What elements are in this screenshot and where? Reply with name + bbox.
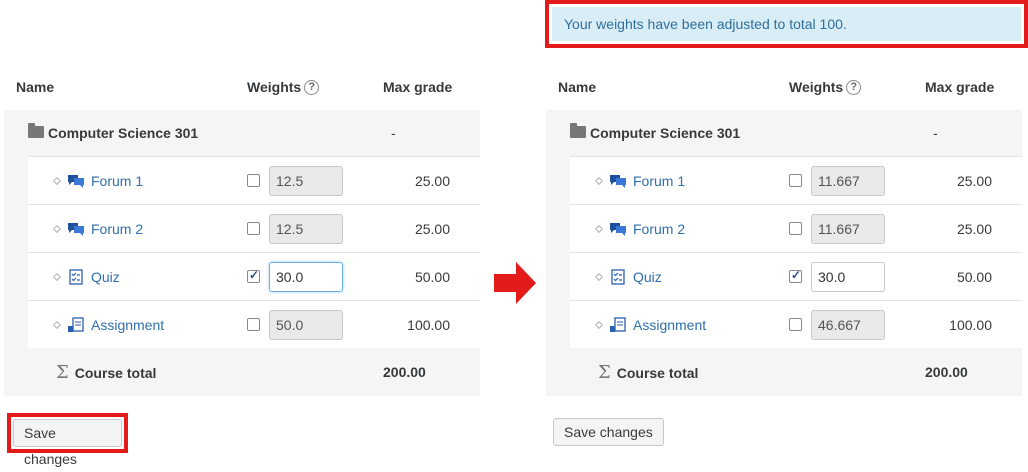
weight-input[interactable]: 46.667 — [811, 309, 885, 340]
items-before: ⬦ Forum 1 12.5 25.00 ⬦ Forum 2 12.5 25.00 ⬦ Quiz 3… — [4, 156, 480, 348]
save-changes-button[interactable]: Save changes — [553, 418, 664, 446]
override-checkbox[interactable] — [789, 318, 802, 331]
weight-input[interactable]: 12.5 — [269, 213, 343, 244]
item-max-grade: 50.00 — [956, 268, 992, 285]
item-max-grade: 25.00 — [414, 172, 450, 189]
item-row: ⬦ Forum 1 12.5 25.00 — [4, 156, 480, 204]
grades-table-after: Name Weights? Max grade Computer Science… — [546, 64, 1022, 396]
save-highlight: Save changes — [7, 413, 128, 467]
item-link[interactable]: Quiz — [91, 269, 120, 285]
forum-icon — [609, 220, 633, 237]
category-row: Computer Science 301 - — [4, 110, 480, 156]
item-max-grade: 50.00 — [414, 268, 450, 285]
max-grade-header: Max grade — [925, 79, 995, 95]
weights-header: Weights? — [247, 64, 383, 110]
override-checkbox[interactable] — [789, 268, 802, 283]
override-checkbox[interactable] — [789, 174, 802, 187]
item-row: ⬦ Quiz 30.0 50.00 — [546, 252, 1022, 300]
alert-highlight: Your weights have been adjusted to total… — [545, 0, 1028, 48]
move-icon[interactable]: ⬦ — [594, 271, 604, 282]
arrow-right-icon — [494, 262, 536, 304]
override-checkbox[interactable] — [247, 268, 260, 283]
forum-icon — [67, 220, 91, 237]
weight-input[interactable]: 30.0 — [269, 261, 343, 292]
category-max: - — [933, 125, 938, 141]
name-header: Name — [558, 79, 597, 95]
item-link[interactable]: Assignment — [633, 317, 706, 333]
category-row: Computer Science 301 - — [546, 110, 1022, 156]
name-header: Name — [16, 79, 55, 95]
item-row: ⬦ Forum 2 11.667 25.00 — [546, 204, 1022, 252]
item-link[interactable]: Forum 1 — [91, 173, 143, 189]
save-changes-button[interactable]: Save changes — [13, 419, 122, 467]
move-icon[interactable]: ⬦ — [594, 175, 604, 186]
item-row: ⬦ Assignment 50.0 100.00 — [4, 300, 480, 348]
sigma-icon: Σ — [56, 361, 69, 383]
weight-input[interactable]: 11.667 — [811, 165, 885, 196]
forum-icon — [67, 172, 91, 189]
item-max-grade: 25.00 — [414, 220, 450, 237]
item-row: ⬦ Forum 1 11.667 25.00 — [546, 156, 1022, 204]
item-max-grade: 25.00 — [956, 220, 992, 237]
weight-input[interactable]: 11.667 — [811, 213, 885, 244]
assignment-icon — [67, 316, 91, 333]
weights-header-label: Weights — [247, 78, 302, 95]
forum-icon — [609, 172, 633, 189]
item-max-grade: 25.00 — [956, 172, 992, 189]
category-max: - — [391, 125, 396, 141]
course-total-max: 200.00 — [925, 364, 968, 380]
item-link[interactable]: Quiz — [633, 269, 662, 285]
weights-adjusted-alert: Your weights have been adjusted to total… — [552, 7, 1021, 41]
items-after: ⬦ Forum 1 11.667 25.00 ⬦ Forum 2 11.667 25.00 ⬦ Q… — [546, 156, 1022, 348]
item-link[interactable]: Forum 2 — [633, 221, 685, 237]
move-icon[interactable]: ⬦ — [52, 319, 62, 330]
category-name: Computer Science 301 — [590, 125, 741, 141]
override-checkbox[interactable] — [789, 222, 802, 235]
weight-input[interactable]: 50.0 — [269, 309, 343, 340]
help-icon[interactable]: ? — [846, 80, 862, 96]
course-total-row: Σ Course total 200.00 — [546, 348, 1022, 396]
quiz-icon — [67, 268, 91, 285]
category-name: Computer Science 301 — [48, 125, 199, 141]
item-link[interactable]: Forum 1 — [633, 173, 685, 189]
table-header: Name Weights? Max grade — [4, 64, 480, 110]
item-max-grade: 100.00 — [949, 316, 992, 333]
weights-header-label: Weights — [789, 78, 844, 95]
item-row: ⬦ Quiz 30.0 50.00 — [4, 252, 480, 300]
course-total-max: 200.00 — [383, 364, 426, 380]
max-grade-header: Max grade — [383, 79, 453, 95]
override-checkbox[interactable] — [247, 318, 260, 331]
item-row: ⬦ Assignment 46.667 100.00 — [546, 300, 1022, 348]
item-row: ⬦ Forum 2 12.5 25.00 — [4, 204, 480, 252]
assignment-icon — [609, 316, 633, 333]
weight-input[interactable]: 30.0 — [811, 261, 885, 292]
sigma-icon: Σ — [598, 361, 611, 383]
table-header: Name Weights? Max grade — [546, 64, 1022, 110]
grades-table-before: Name Weights? Max grade Computer Science… — [4, 64, 480, 396]
move-icon[interactable]: ⬦ — [52, 271, 62, 282]
item-link[interactable]: Assignment — [91, 317, 164, 333]
move-icon[interactable]: ⬦ — [594, 223, 604, 234]
folder-icon — [28, 123, 44, 138]
help-icon[interactable]: ? — [304, 80, 320, 96]
override-checkbox[interactable] — [247, 174, 260, 187]
course-total-label: Course total — [74, 364, 157, 381]
course-total-label: Course total — [616, 364, 699, 381]
quiz-icon — [609, 268, 633, 285]
move-icon[interactable]: ⬦ — [594, 319, 604, 330]
weights-header: Weights? — [789, 64, 925, 110]
item-max-grade: 100.00 — [407, 316, 450, 333]
override-checkbox[interactable] — [247, 222, 260, 235]
move-icon[interactable]: ⬦ — [52, 175, 62, 186]
move-icon[interactable]: ⬦ — [52, 223, 62, 234]
item-link[interactable]: Forum 2 — [91, 221, 143, 237]
course-total-row: Σ Course total 200.00 — [4, 348, 480, 396]
folder-icon — [570, 123, 586, 138]
weight-input[interactable]: 12.5 — [269, 165, 343, 196]
